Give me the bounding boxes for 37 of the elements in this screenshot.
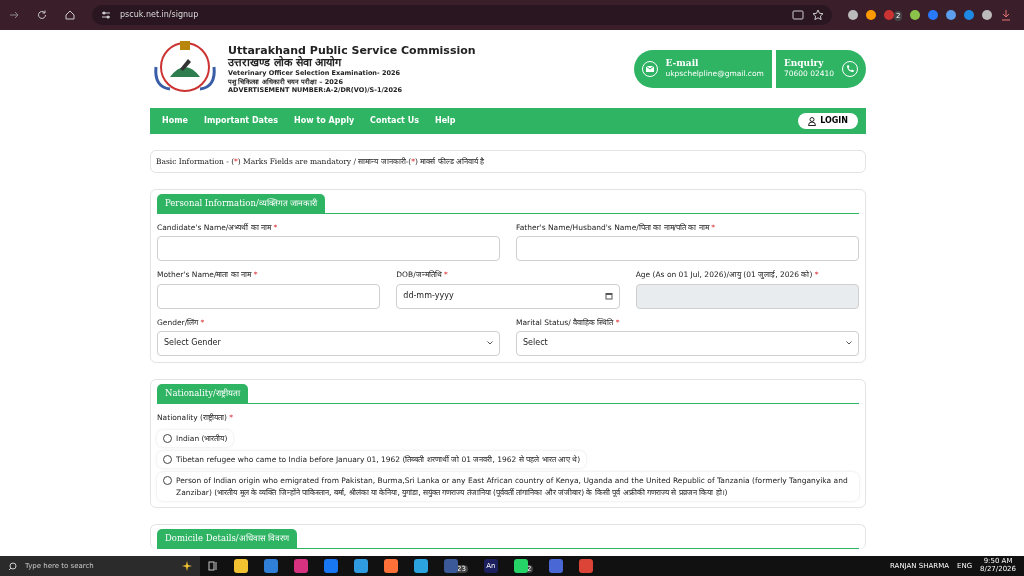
download-icon[interactable]: [1000, 9, 1013, 21]
forward-icon[interactable]: [8, 9, 20, 21]
login-button[interactable]: LOGIN: [798, 113, 858, 129]
extension-icon[interactable]: [982, 10, 993, 20]
date-field[interactable]: dd-mm-yyyy: [396, 283, 620, 309]
contact-heading: E-mail: [665, 57, 700, 69]
taskbar-app-icon[interactable]: [513, 559, 528, 573]
url-text: pscuk.net.in/signup: [120, 9, 199, 21]
dropdown-field[interactable]: Select: [516, 330, 859, 356]
extension-icon[interactable]: [910, 10, 921, 20]
envelope-icon: [641, 61, 658, 77]
dropdown-field[interactable]: Select Gender: [157, 330, 500, 356]
calendar-icon[interactable]: [604, 292, 613, 300]
task-view-icon[interactable]: [208, 561, 218, 571]
text-input-field[interactable]: [157, 283, 381, 309]
star-icon[interactable]: [812, 9, 824, 21]
contact-heading: Enquiry: [783, 57, 825, 69]
phone-icon: [842, 61, 858, 77]
section-heading: Personal Information/व्यक्तिगत जानकारी: [157, 194, 326, 213]
text-input-field[interactable]: [157, 236, 500, 262]
site-info-icon[interactable]: [100, 9, 112, 21]
extension-icon[interactable]: [928, 10, 939, 20]
commission-title-hindi: उत्तराखण्ड लोक सेवा आयोग: [228, 57, 343, 70]
home-icon[interactable]: [64, 9, 76, 21]
extension-icon[interactable]: [964, 10, 975, 20]
reload-icon[interactable]: [36, 9, 48, 21]
chevron-down-icon: [487, 341, 493, 346]
address-bar[interactable]: pscuk.net.in/signup: [92, 5, 832, 25]
sparkle-icon: [182, 561, 192, 571]
section-heading: Nationality/राष्ट्रीयता: [157, 383, 248, 403]
chevron-down-icon: [846, 341, 852, 346]
text-input-field[interactable]: [516, 236, 859, 262]
section-heading: Domicile Details/अधिवास विवरण: [157, 528, 298, 548]
user-icon: [808, 116, 817, 126]
extension-icon[interactable]: [946, 10, 957, 20]
taskbar-app-icon[interactable]: [579, 559, 594, 573]
search-icon: [8, 561, 17, 571]
